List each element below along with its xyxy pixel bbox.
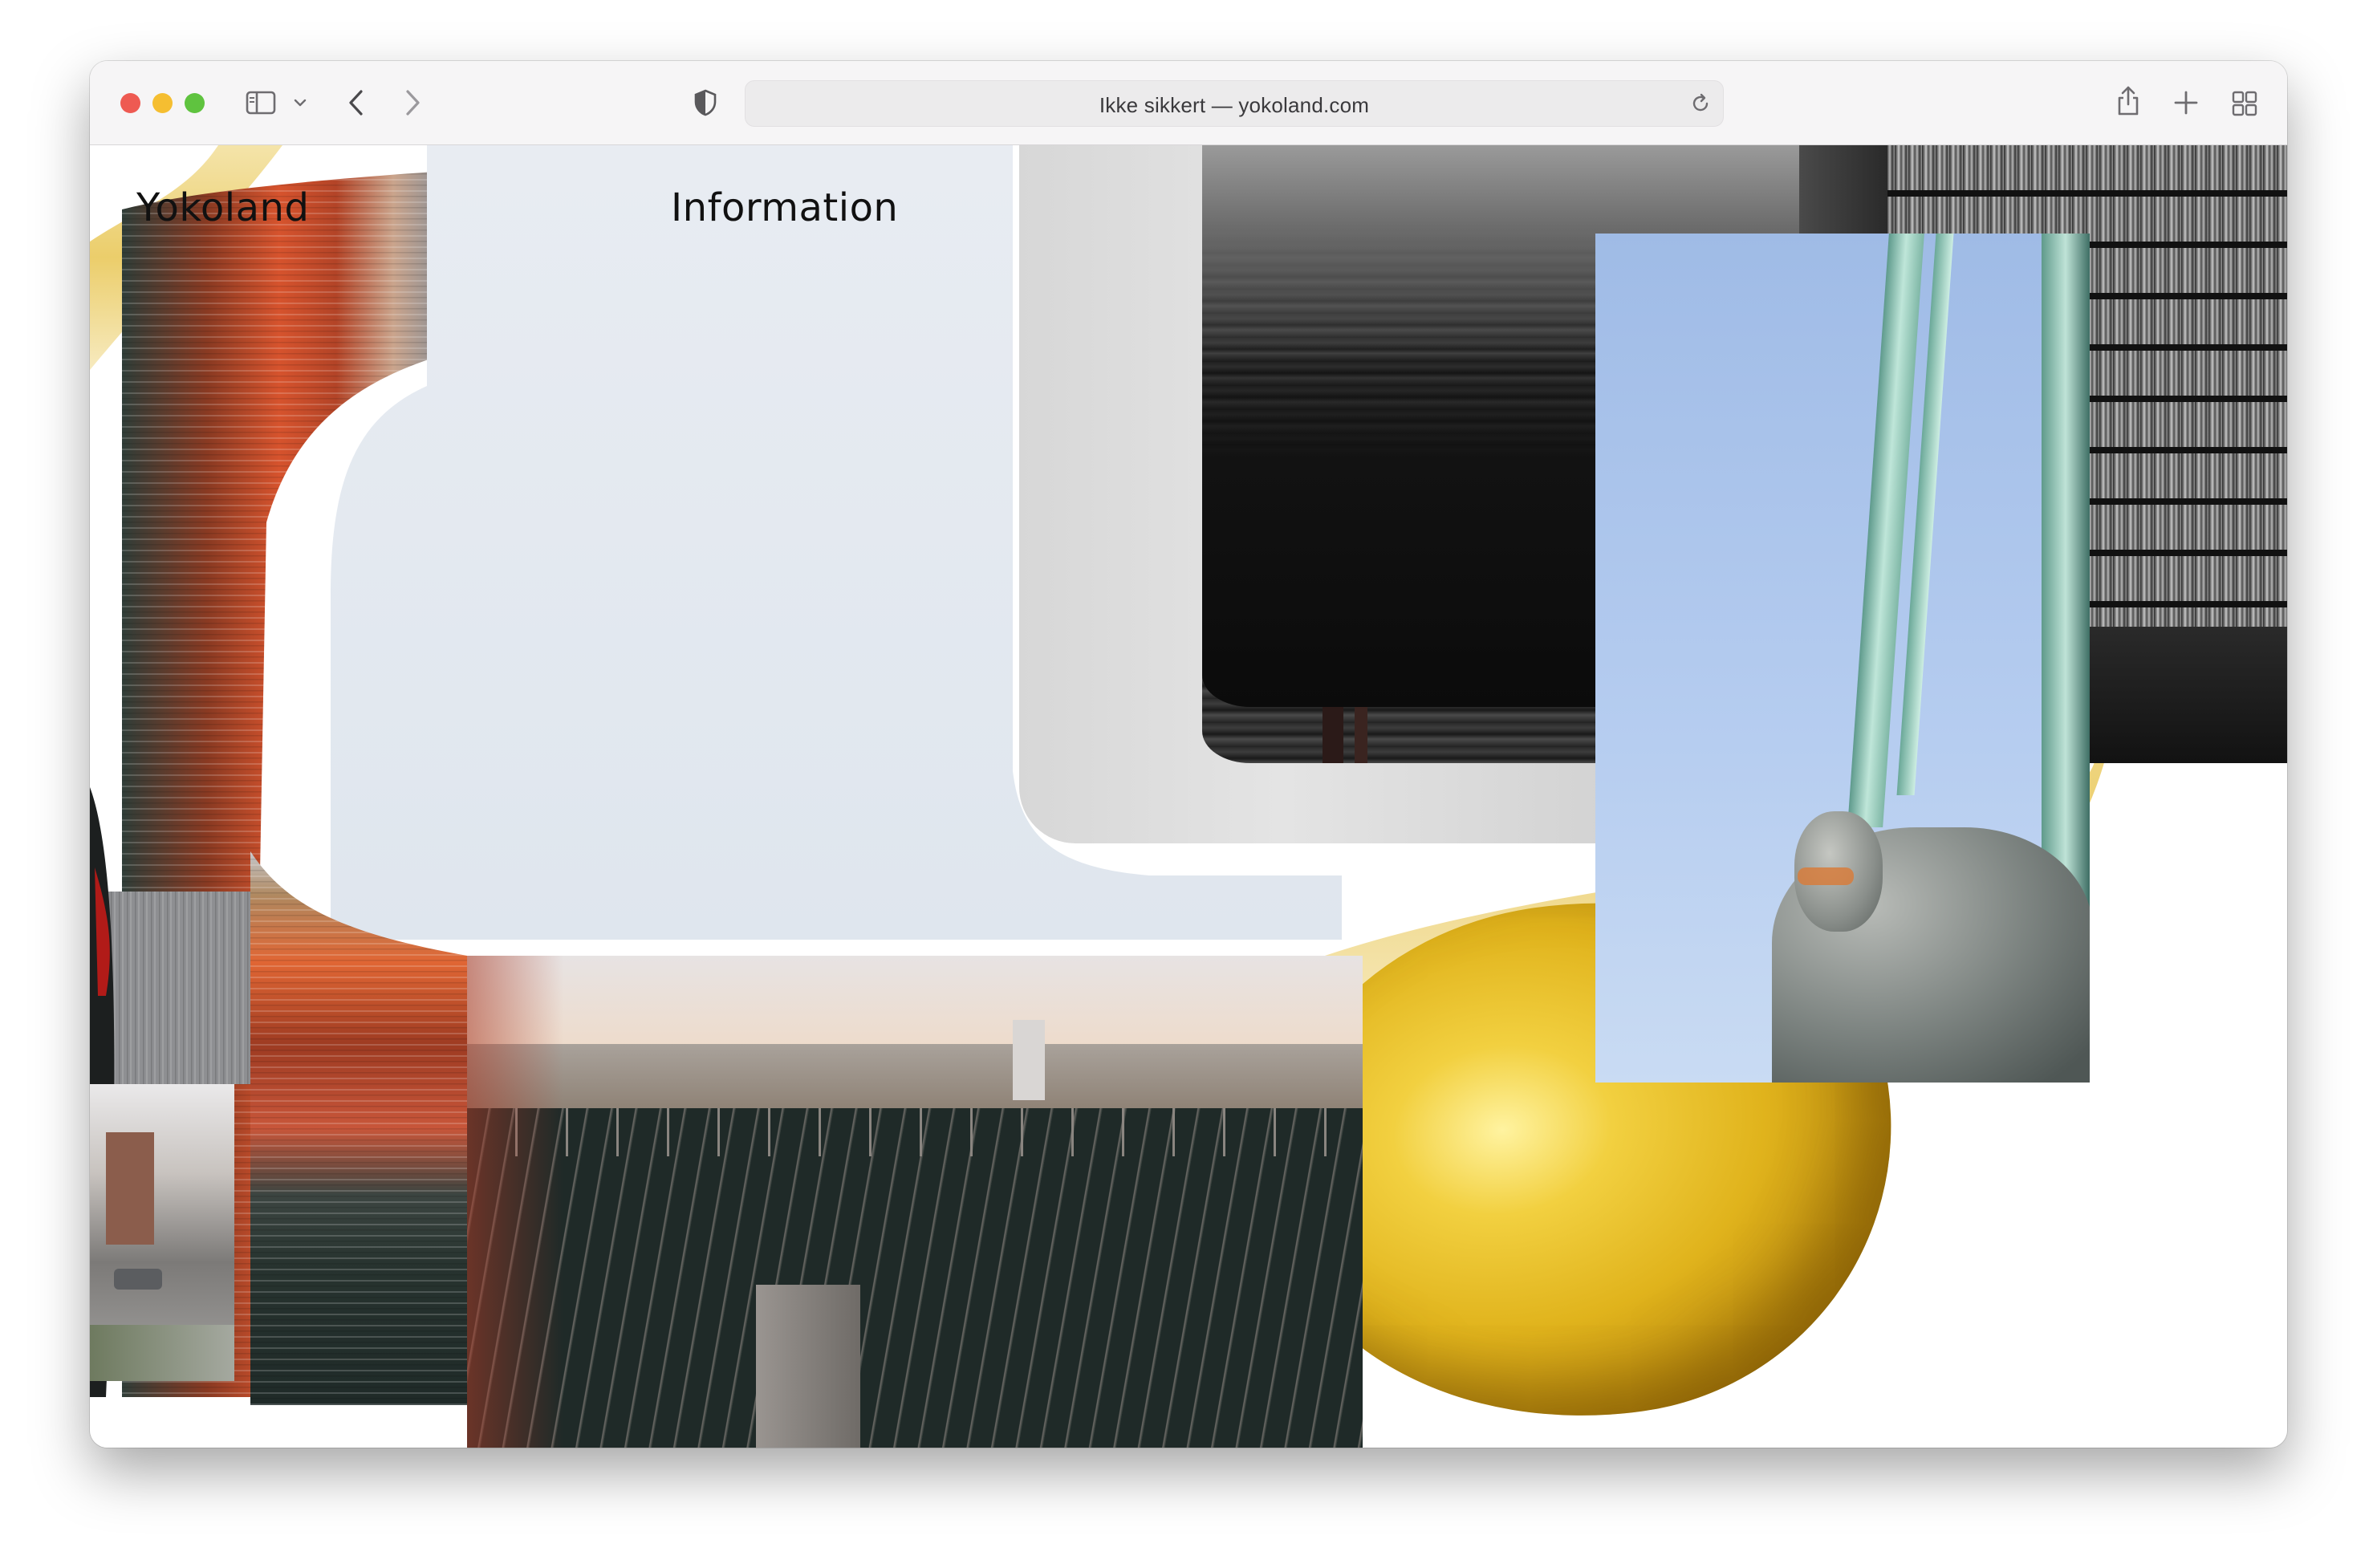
railway-yard-photo — [467, 956, 1363, 1448]
forward-icon[interactable] — [403, 88, 422, 117]
back-icon[interactable] — [347, 88, 366, 117]
close-window-button[interactable] — [120, 93, 140, 113]
address-bar[interactable]: Ikke sikkert — yokoland.com — [745, 80, 1724, 127]
tab-overview-icon[interactable] — [2231, 90, 2258, 117]
minimize-window-button[interactable] — [152, 93, 173, 113]
browser-window: Ikke sikkert — yokoland.com Yokoland Inf… — [90, 61, 2287, 1448]
site-logo[interactable]: Yokoland — [136, 185, 309, 230]
reload-icon[interactable] — [1689, 92, 1712, 115]
browser-toolbar: Ikke sikkert — yokoland.com — [90, 61, 2287, 145]
shield-icon[interactable] — [693, 88, 717, 117]
sidebar-icon[interactable] — [246, 90, 278, 116]
page-content: Yokoland Information — [90, 145, 2287, 1448]
share-icon[interactable] — [2115, 83, 2141, 117]
chevron-down-icon[interactable] — [294, 98, 307, 108]
zoom-window-button[interactable] — [185, 93, 205, 113]
statue-sky-photo — [1595, 234, 2090, 1083]
new-tab-icon[interactable] — [2173, 90, 2199, 116]
street-photo — [90, 1084, 234, 1381]
address-text: Ikke sikkert — yokoland.com — [1099, 93, 1370, 117]
nav-information-link[interactable]: Information — [671, 185, 898, 230]
